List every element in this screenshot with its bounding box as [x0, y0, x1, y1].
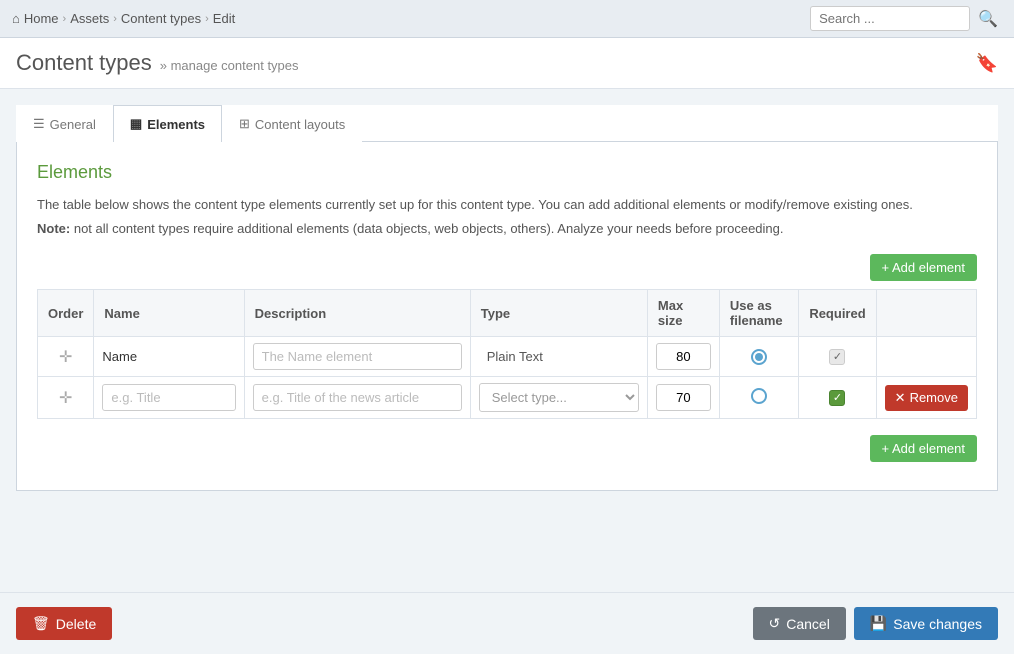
required-checkbox-2[interactable]: ✓: [829, 390, 845, 406]
delete-label: Delete: [56, 616, 96, 632]
general-tab-label: General: [50, 117, 96, 132]
table-row: ✛ Select type... Plain Text Rich Text Nu…: [38, 377, 977, 419]
panel-title: Elements: [37, 162, 977, 183]
desc-input-2[interactable]: [253, 384, 462, 411]
elements-tab-label: Elements: [147, 117, 205, 132]
required-checkbox-1[interactable]: ✓: [829, 349, 845, 365]
elements-table: Order Name Description Type Max size Use…: [37, 289, 977, 419]
breadcrumb-assets[interactable]: Assets: [70, 11, 109, 26]
drag-handle-2[interactable]: ✛: [38, 377, 94, 419]
name-cell-1: Name: [94, 337, 244, 377]
footer-bar: 🗑 Delete ↺ Cancel 💾 Save changes: [0, 592, 1014, 654]
bookmark-icon[interactable]: 🔖: [976, 53, 998, 74]
breadcrumb-sep-1: ›: [63, 13, 67, 25]
breadcrumb-home[interactable]: Home: [24, 11, 59, 26]
footer-right: ↺ Cancel 💾 Save changes: [753, 607, 999, 640]
breadcrumb: ⌂ Home › Assets › Content types › Edit: [12, 11, 235, 26]
desc-cell-1: [244, 337, 470, 377]
desc-cell-2: [244, 377, 470, 419]
page-header: Content types » manage content types 🔖: [0, 38, 1014, 89]
save-button[interactable]: 💾 Save changes: [854, 607, 998, 640]
elements-tab-icon: ▦: [130, 116, 142, 132]
general-tab-icon: ☰: [33, 116, 45, 132]
home-icon: ⌂: [12, 11, 20, 26]
page-subtitle: » manage content types: [160, 58, 299, 73]
delete-button[interactable]: 🗑 Delete: [16, 607, 112, 640]
name-value-1: Name: [102, 349, 137, 364]
name-input-2[interactable]: [102, 384, 235, 411]
panel-description-text: The table below shows the content type e…: [37, 197, 913, 212]
tab-content-layouts[interactable]: ⊞ Content layouts: [222, 105, 362, 142]
main-content: ☰ General ▦ Elements ⊞ Content layouts E…: [0, 89, 1014, 579]
add-element-top-area: + Add element: [37, 254, 977, 281]
desc-input-1[interactable]: [253, 343, 462, 370]
type-value-1: Plain Text: [479, 344, 551, 369]
add-element-bottom-button[interactable]: + Add element: [870, 435, 977, 462]
table-body: ✛ Name Plain Text: [38, 337, 977, 419]
note-label: Note:: [37, 221, 70, 236]
maxsize-input-2[interactable]: [656, 384, 711, 411]
col-desc-header: Description: [244, 290, 470, 337]
actions-cell-1: [876, 337, 976, 377]
table-row: ✛ Name Plain Text: [38, 337, 977, 377]
breadcrumb-sep-3: ›: [205, 13, 209, 25]
cancel-icon: ↺: [769, 615, 781, 632]
type-cell-2: Select type... Plain Text Rich Text Numb…: [470, 377, 647, 419]
required-cell-2: ✓: [799, 377, 876, 419]
filename-cell-2: [719, 377, 798, 419]
remove-label: Remove: [910, 390, 958, 405]
name-cell-2: [94, 377, 244, 419]
maxsize-input-1[interactable]: [656, 343, 711, 370]
maxsize-cell-2: [647, 377, 719, 419]
tab-general[interactable]: ☰ General: [16, 105, 113, 142]
note-text: not all content types require additional…: [74, 221, 784, 236]
col-order-header: Order: [38, 290, 94, 337]
breadcrumb-content-types[interactable]: Content types: [121, 11, 201, 26]
type-cell-1: Plain Text: [470, 337, 647, 377]
breadcrumb-edit: Edit: [213, 11, 235, 26]
type-select-2[interactable]: Select type... Plain Text Rich Text Numb…: [479, 383, 639, 412]
tabs: ☰ General ▦ Elements ⊞ Content layouts: [16, 105, 998, 142]
panel-description: The table below shows the content type e…: [37, 195, 977, 215]
add-element-top-button[interactable]: + Add element: [870, 254, 977, 281]
content-layouts-tab-label: Content layouts: [255, 117, 345, 132]
breadcrumb-sep-2: ›: [113, 13, 117, 25]
content-layouts-tab-icon: ⊞: [239, 116, 250, 132]
elements-panel: Elements The table below shows the conte…: [16, 142, 998, 491]
filename-cell-1: [719, 337, 798, 377]
add-element-bottom-area: + Add element: [37, 435, 977, 462]
col-maxsize-header: Max size: [647, 290, 719, 337]
top-bar: ⌂ Home › Assets › Content types › Edit 🔍: [0, 0, 1014, 38]
remove-x-icon: ✕: [895, 390, 906, 406]
col-filename-header: Use as filename: [719, 290, 798, 337]
col-actions-header: [876, 290, 976, 337]
search-input[interactable]: [810, 6, 970, 31]
page-title: Content types: [16, 50, 152, 76]
save-label: Save changes: [893, 616, 982, 632]
remove-button-2[interactable]: ✕ Remove: [885, 385, 968, 411]
tab-elements[interactable]: ▦ Elements: [113, 105, 222, 142]
save-icon: 💾: [870, 615, 887, 632]
cancel-label: Cancel: [786, 616, 830, 632]
delete-icon: 🗑: [32, 615, 50, 632]
drag-handle-1[interactable]: ✛: [38, 337, 94, 377]
page-title-area: Content types » manage content types: [16, 50, 299, 76]
table-header: Order Name Description Type Max size Use…: [38, 290, 977, 337]
panel-note: Note: not all content types require addi…: [37, 219, 977, 239]
cancel-button[interactable]: ↺ Cancel: [753, 607, 846, 640]
filename-radio-1[interactable]: [751, 349, 767, 365]
actions-cell-2: ✕ Remove: [876, 377, 976, 419]
filename-radio-2[interactable]: [751, 388, 767, 404]
search-button[interactable]: 🔍: [974, 7, 1002, 31]
search-area: 🔍: [810, 6, 1002, 31]
col-required-header: Required: [799, 290, 876, 337]
required-cell-1: ✓: [799, 337, 876, 377]
col-type-header: Type: [470, 290, 647, 337]
maxsize-cell-1: [647, 337, 719, 377]
col-name-header: Name: [94, 290, 244, 337]
